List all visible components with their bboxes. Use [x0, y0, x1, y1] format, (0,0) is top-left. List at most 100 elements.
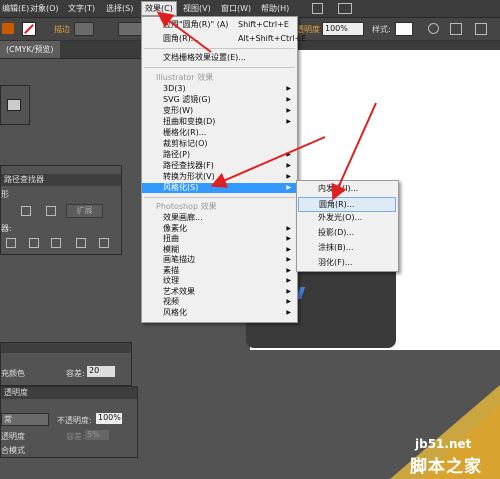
outline-icon[interactable] — [99, 238, 109, 248]
submenu-arrow-icon: ▶ — [286, 118, 291, 125]
tolerance-label-panel: 容差: — [66, 432, 85, 441]
menu-select[interactable]: 选择(S) — [106, 3, 133, 14]
opacity-field-panel[interactable]: 100% — [96, 413, 122, 424]
raster-settings-item[interactable]: 文档栅格效果设置(E)... — [142, 53, 297, 63]
document-tab[interactable]: (CMYK/预览) — [0, 41, 60, 58]
photoshop-effect-item[interactable]: 纹理 ▶ — [142, 276, 297, 286]
shape-mode-label: 形 — [1, 190, 9, 199]
submenu-arrow-icon: ▶ — [286, 245, 291, 253]
opacity-label-panel: 不透明度: — [57, 416, 92, 425]
photoshop-effect-item[interactable]: 模糊 ▶ — [142, 245, 297, 255]
watermark-name: 脚本之家 — [410, 457, 482, 477]
photoshop-effect-item[interactable]: 艺术效果 ▶ — [142, 287, 297, 297]
illustrator-effect-item[interactable]: 路径查找器(F) ▶ — [142, 161, 297, 171]
stylize-submenu-item[interactable]: 圆角(R)... — [298, 196, 396, 212]
minus-front-icon[interactable] — [21, 206, 31, 216]
tolerance-field[interactable]: 20 — [87, 366, 115, 377]
transform-icon[interactable] — [475, 23, 487, 35]
menu-object[interactable]: 对象(O) — [30, 3, 59, 14]
menu-type[interactable]: 文字(T) — [68, 3, 95, 14]
stroke-swatch[interactable] — [22, 22, 36, 36]
tolerance-label: 容差: — [66, 369, 85, 378]
submenu-arrow-icon: ▶ — [286, 107, 291, 114]
illustrator-effect-item[interactable]: 路径(P) ▶ — [142, 150, 297, 160]
isolate-blending-label: 透明度 — [1, 432, 25, 441]
fill-color-label: 充颜色 — [1, 369, 25, 378]
stylize-submenu-item[interactable]: 外发光(O)... — [298, 211, 396, 224]
menu-edit[interactable]: 编辑(E) — [2, 3, 29, 14]
stroke-label[interactable]: 描边 — [54, 24, 70, 35]
fill-swatch[interactable] — [2, 23, 14, 34]
photoshop-effect-item[interactable]: 风格化 ▶ — [142, 308, 297, 318]
recolor-icon[interactable] — [428, 23, 439, 34]
stroke-weight-field[interactable] — [74, 22, 94, 36]
submenu-arrow-icon: ▶ — [286, 235, 291, 242]
stylize-submenu-item[interactable]: 羽化(F)... — [298, 256, 396, 269]
divide-icon[interactable] — [6, 238, 16, 248]
photoshop-effect-item[interactable]: 扭曲 ▶ — [142, 234, 297, 244]
knockout-group-label: 合模式 — [1, 446, 25, 455]
illustrator-effect-item[interactable]: SVG 滤镜(G) ▶ — [142, 95, 297, 105]
submenu-arrow-icon: ▶ — [286, 85, 291, 92]
pathfinder-panel: 路径查找器 形 扩展 器: — [0, 165, 122, 255]
stylize-submenu-item[interactable]: 投影(D)... — [298, 226, 396, 239]
photoshop-effect-item[interactable]: 视频 ▶ — [142, 297, 297, 307]
tolerance-field-panel[interactable]: 5% — [85, 430, 109, 440]
submenu-arrow-icon: ▶ — [286, 224, 291, 232]
illustrator-effect-item[interactable]: 3D(3) ▶ — [142, 84, 297, 94]
watermark-site: jb51.net — [415, 437, 472, 451]
align-icon[interactable] — [450, 23, 462, 35]
stylize-submenu: 内发光(I)... 圆角(R)... 外发光(O)... 投影(D)... 涂抹(B).… — [296, 180, 399, 272]
style-swatch[interactable] — [395, 22, 413, 36]
menu-window[interactable]: 窗口(W) — [221, 3, 251, 14]
submenu-arrow-icon: ▶ — [286, 151, 291, 158]
menu-separator — [144, 48, 295, 49]
apply-last-effect-item[interactable]: 应用"圆角(R)" (A) Shift+Ctrl+E — [142, 20, 297, 30]
pathfinder-panel-title[interactable]: 路径查找器 — [1, 174, 121, 186]
no-stroke-icon — [24, 24, 34, 34]
illustrator-effect-item[interactable]: 风格化(S) ▶ — [142, 183, 297, 193]
bridge-icon[interactable] — [312, 3, 323, 14]
trim-icon[interactable] — [29, 238, 39, 248]
panel-thumbnail-icon — [7, 99, 21, 111]
menu-help[interactable]: 帮助(H) — [261, 3, 289, 14]
submenu-arrow-icon: ▶ — [286, 184, 291, 191]
transparency-panel: 透明度 常 不透明度: 100% 透明度 容差: 5% 合模式 — [0, 386, 138, 458]
illustrator-effect-item[interactable]: 扭曲和变换(D) ▶ — [142, 117, 297, 127]
last-effect-item[interactable]: 圆角(R)... Alt+Shift+Ctrl+E — [142, 34, 306, 44]
submenu-arrow-icon: ▶ — [286, 277, 291, 284]
photoshop-effect-item[interactable]: 素描 ▶ — [142, 266, 297, 276]
menu-view[interactable]: 视图(V) — [183, 3, 211, 14]
illustrator-effect-item[interactable]: 转换为形状(V) ▶ — [142, 172, 297, 182]
panel-header — [1, 343, 131, 353]
submenu-arrow-icon: ▶ — [286, 256, 291, 263]
stylize-submenu-item[interactable]: 涂抹(B)... — [298, 241, 396, 254]
illustrator-effect-item[interactable]: 栅格化(R)... — [142, 128, 297, 138]
arrange-documents-icon[interactable] — [338, 3, 352, 14]
navigator-mini-panel — [0, 85, 30, 125]
photoshop-effect-item[interactable]: 画笔描边 ▶ — [142, 255, 297, 265]
photoshop-effect-item[interactable]: 像素化 ▶ — [142, 224, 297, 234]
photoshop-effect-item[interactable]: 效果画廊... — [142, 213, 297, 223]
expand-button[interactable]: 扩展 — [66, 204, 103, 218]
menu-separator — [144, 197, 295, 198]
illustrator-effect-item[interactable]: 裁剪标记(O) — [142, 139, 297, 149]
submenu-arrow-icon: ▶ — [286, 308, 291, 316]
stylize-submenu-item[interactable]: 内发光(I)... — [298, 182, 396, 195]
menu-effect[interactable]: 效果(C) — [141, 1, 177, 16]
submenu-arrow-icon: ▶ — [286, 298, 291, 305]
merge-icon[interactable] — [51, 238, 61, 248]
menu-separator — [144, 67, 295, 68]
blend-mode-select[interactable]: 常 — [1, 413, 49, 426]
illustrator-effect-item[interactable]: 变形(W) ▶ — [142, 106, 297, 116]
pathfinders-label: 器: — [1, 224, 12, 233]
submenu-arrow-icon: ▶ — [286, 162, 291, 169]
style-label: 样式: — [372, 25, 391, 34]
transparency-panel-title[interactable]: 透明度 — [1, 387, 137, 399]
photoshop-effects-heading: Photoshop 效果 — [156, 202, 217, 211]
opacity-field[interactable]: 100% — [322, 22, 364, 36]
illustrator-effects-heading: Illustrator 效果 — [156, 73, 214, 82]
intersect-icon[interactable] — [46, 206, 56, 216]
crop-icon[interactable] — [76, 238, 86, 248]
effect-menu: 应用"圆角(R)" (A) Shift+Ctrl+E 圆角(R)... Alt+… — [141, 16, 306, 323]
